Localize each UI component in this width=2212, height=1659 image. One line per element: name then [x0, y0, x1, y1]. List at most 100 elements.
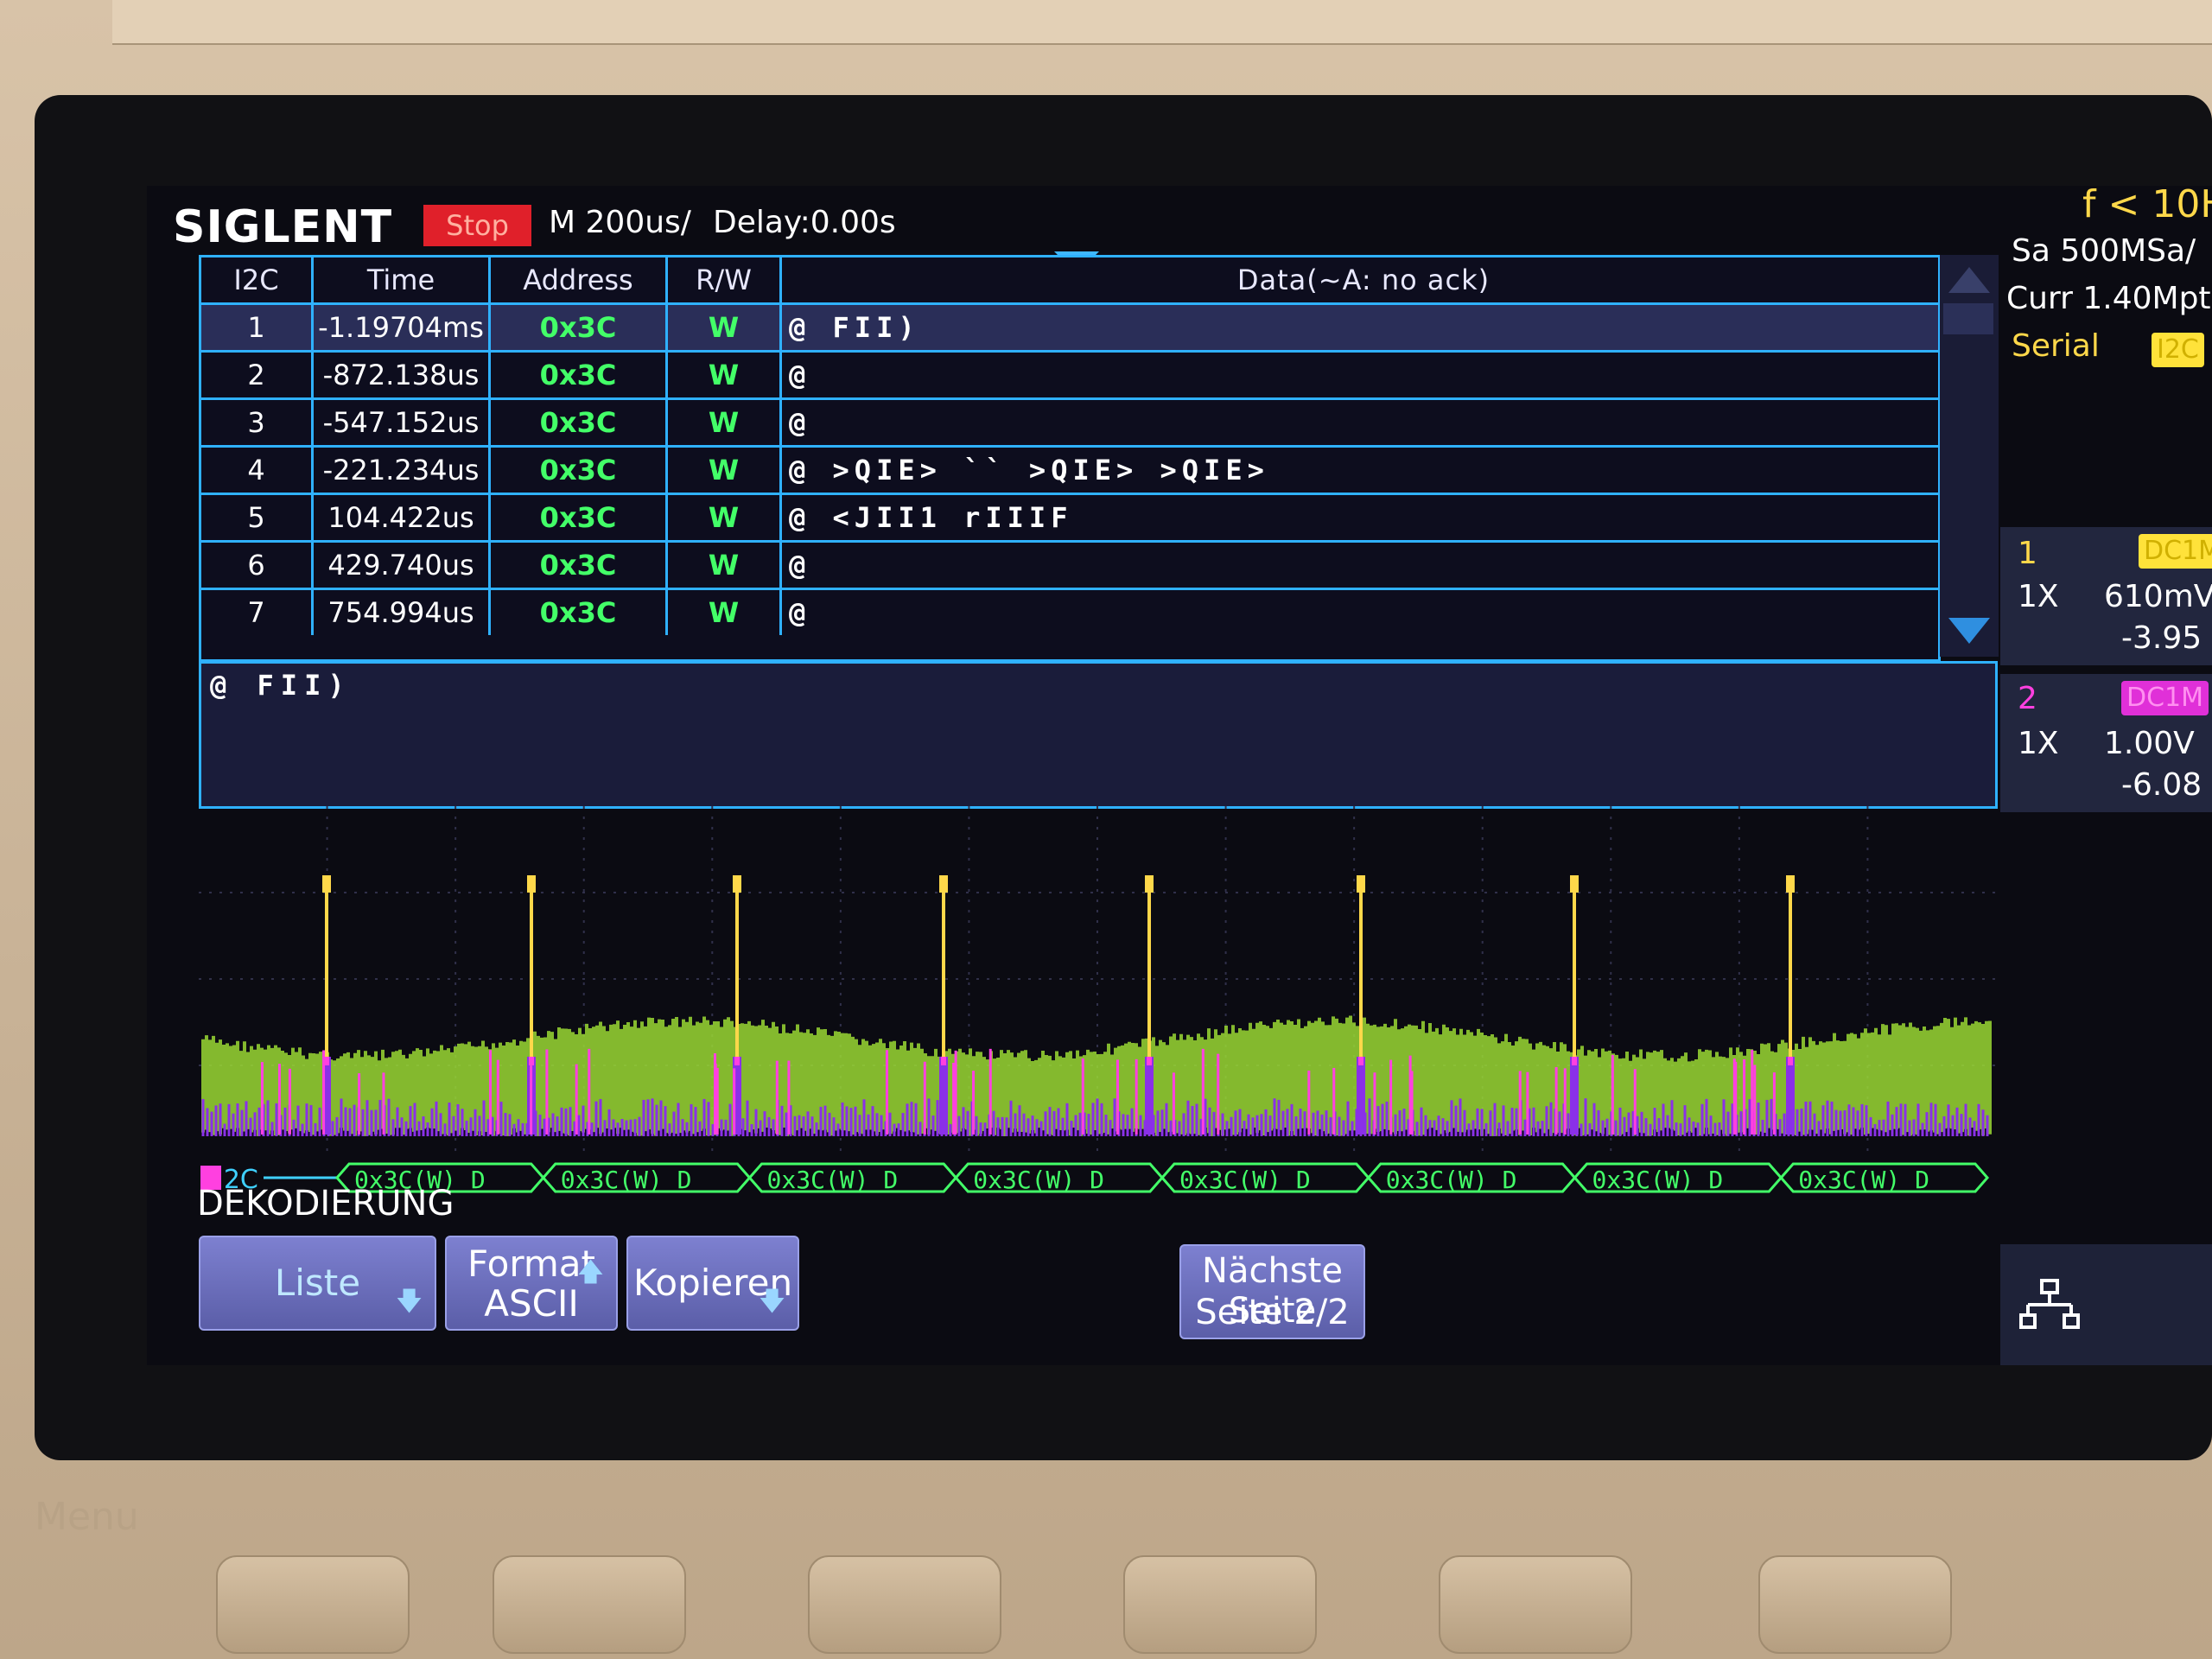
scroll-up-arrow-icon[interactable]	[1948, 267, 1990, 293]
column-header-rw: R/W	[668, 257, 782, 302]
softkey-6[interactable]	[1758, 1555, 1952, 1654]
list-button[interactable]: Liste 🡇	[199, 1236, 436, 1331]
softkey-5[interactable]	[1439, 1555, 1632, 1654]
column-header-i2c: I2C	[201, 257, 314, 302]
sample-rate-readout: Sa 500MSa/	[2012, 233, 2196, 269]
next-page-button[interactable]: Nächste Seite Seite 2/2	[1179, 1244, 1365, 1339]
decode-list-table: I2C Time Address R/W Data(~A: no ack) 1 …	[199, 255, 1941, 662]
brand-logo: SIGLENT	[173, 201, 393, 253]
table-scrollbar[interactable]	[1940, 255, 1999, 657]
row-number: 2	[201, 353, 314, 397]
menu-title: DEKODIERUNG	[197, 1184, 454, 1224]
row-time: -547.152us	[314, 400, 491, 445]
arrow-down-icon: 🡇	[396, 1287, 423, 1317]
row-time: -221.234us	[314, 448, 491, 493]
row-number: 4	[201, 448, 314, 493]
row-address: 0x3C	[491, 495, 668, 540]
row-rw: W	[668, 305, 782, 350]
table-row[interactable]: 1 -1.19704ms 0x3C W @ FII)	[201, 305, 1938, 353]
row-address: 0x3C	[491, 305, 668, 350]
decode-segment-label: 0x3C(W) D	[767, 1166, 899, 1194]
front-panel-keys	[0, 1434, 2212, 1659]
softkey-1[interactable]	[216, 1555, 410, 1654]
column-header-address: Address	[491, 257, 668, 302]
row-data: @	[789, 406, 811, 439]
run-status-badge[interactable]: Stop	[423, 205, 531, 246]
row-data: @ FII)	[789, 311, 920, 344]
row-rw: W	[668, 590, 782, 635]
bezel-top-strip	[112, 0, 2212, 45]
row-number: 1	[201, 305, 314, 350]
table-header-row: I2C Time Address R/W Data(~A: no ack)	[201, 257, 1938, 305]
arrow-up-icon: 🡅	[577, 1257, 604, 1287]
row-data: @ <JII1 rIIIF	[789, 501, 1073, 534]
ch1-coupling-badge: DC1M	[2139, 534, 2212, 569]
decode-segment-label: 0x3C(W) D	[1386, 1166, 1517, 1194]
ch1-offset: -3.95	[2121, 620, 2202, 656]
row-rw: W	[668, 353, 782, 397]
format-button[interactable]: Format ASCII 🡅	[445, 1236, 618, 1331]
table-row[interactable]: 7 754.994us 0x3C W @	[201, 590, 1938, 635]
channel-2-panel[interactable]: 2 DC1M 1X 1.00V -6.08	[2000, 674, 2212, 812]
page-indicator: Seite 2/2	[1195, 1293, 1350, 1332]
trigger-source-badge[interactable]: I2C	[2152, 333, 2204, 367]
row-rw: W	[668, 400, 782, 445]
ch2-scale: 1.00V	[2104, 726, 2195, 761]
ch1-scale: 610mV	[2104, 579, 2212, 614]
scroll-down-arrow-icon[interactable]	[1948, 618, 1990, 644]
ch2-offset: -6.08	[2121, 767, 2202, 803]
network-icon	[2019, 1279, 2080, 1329]
softkey-2[interactable]	[493, 1555, 686, 1654]
decode-detail-pane: @ FII)	[199, 661, 1998, 809]
row-address: 0x3C	[491, 543, 668, 588]
row-data: @	[789, 596, 811, 629]
frequency-readout: f < 10H	[2082, 186, 2212, 226]
row-data: @ >QIE> `` >QIE> >QIE>	[789, 454, 1269, 486]
ch2-coupling-badge: DC1M	[2121, 681, 2209, 715]
row-address: 0x3C	[491, 590, 668, 635]
table-row[interactable]: 5 104.422us 0x3C W @ <JII1 rIIIF	[201, 495, 1938, 543]
ch1-probe: 1X	[2018, 579, 2059, 614]
softkey-3[interactable]	[808, 1555, 1001, 1654]
row-number: 6	[201, 543, 314, 588]
decode-segment-label: 0x3C(W) D	[1592, 1166, 1724, 1194]
copy-button[interactable]: Kopieren 🡇	[626, 1236, 799, 1331]
row-address: 0x3C	[491, 448, 668, 493]
menu-key-label: Menu	[35, 1495, 139, 1539]
softkey-4[interactable]	[1123, 1555, 1317, 1654]
delay-readout: Delay:0.00s	[713, 205, 896, 240]
row-number: 7	[201, 590, 314, 635]
row-time: 754.994us	[314, 590, 491, 635]
table-row[interactable]: 6 429.740us 0x3C W @	[201, 543, 1938, 590]
row-address: 0x3C	[491, 353, 668, 397]
row-number: 5	[201, 495, 314, 540]
memory-depth-readout: Curr 1.40Mpt	[2006, 281, 2211, 316]
column-header-time: Time	[314, 257, 491, 302]
row-rw: W	[668, 543, 782, 588]
ch2-probe: 1X	[2018, 726, 2059, 761]
trigger-type-label: Serial	[2012, 328, 2100, 364]
table-row[interactable]: 4 -221.234us 0x3C W @ >QIE> `` >QIE> >QI…	[201, 448, 1938, 495]
row-number: 3	[201, 400, 314, 445]
detail-data-text: @ FII)	[210, 669, 352, 702]
row-rw: W	[668, 495, 782, 540]
waveform-display: I2C 0x3C(W) D 0x3C(W) D 0x3C(W) D 0x3C(W) D…	[199, 806, 1996, 1195]
row-data: @	[789, 549, 811, 582]
row-time: 429.740us	[314, 543, 491, 588]
arrow-down-icon: 🡇	[759, 1287, 785, 1317]
scroll-thumb[interactable]	[1943, 303, 1993, 334]
table-row[interactable]: 3 -547.152us 0x3C W @	[201, 400, 1938, 448]
decode-segment-label: 0x3C(W) D	[1798, 1166, 1929, 1194]
ch2-number: 2	[2018, 681, 2037, 716]
column-header-data: Data(~A: no ack)	[1236, 264, 1491, 296]
decode-segment-label: 0x3C(W) D	[973, 1166, 1104, 1194]
row-time: -872.138us	[314, 353, 491, 397]
timebase-readout: M 200us/	[549, 205, 691, 240]
channel-1-panel[interactable]: 1 DC1M 1X 610mV -3.95	[2000, 527, 2212, 665]
row-data: @	[789, 359, 811, 391]
oscilloscope-screen: SIGLENT Stop M 200us/ Delay:0.00s I2C Ti…	[147, 186, 2212, 1365]
decode-segment-label: 0x3C(W) D	[561, 1166, 692, 1194]
decode-segment-label: 0x3C(W) D	[1179, 1166, 1311, 1194]
table-row[interactable]: 2 -872.138us 0x3C W @	[201, 353, 1938, 400]
row-rw: W	[668, 448, 782, 493]
